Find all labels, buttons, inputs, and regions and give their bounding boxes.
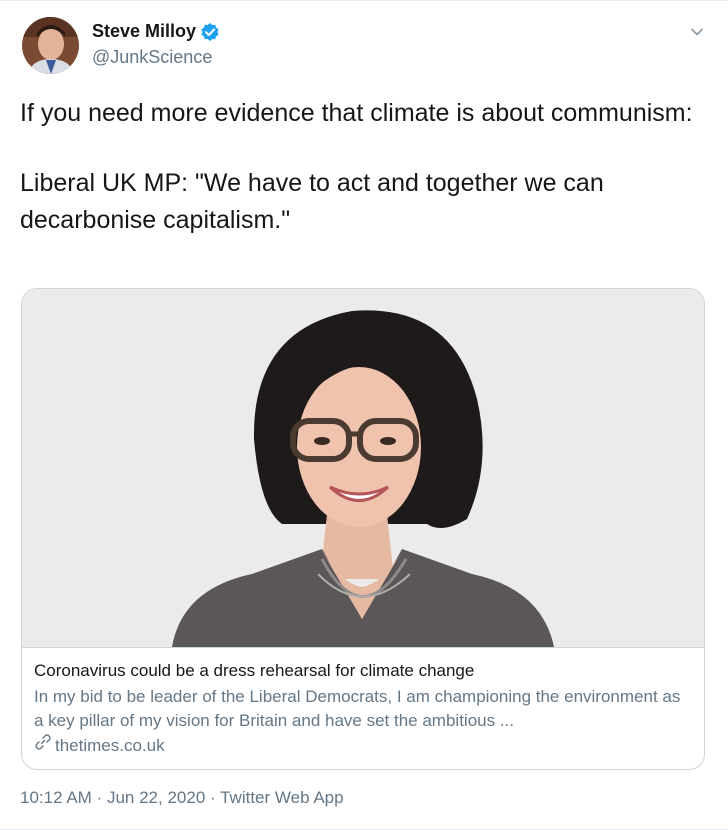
card-image	[22, 289, 704, 648]
card-title[interactable]: Coronavirus could be a dress rehearsal f…	[34, 659, 694, 683]
tweet-paragraph: Liberal UK MP: "We have to act and toget…	[20, 169, 604, 234]
link-icon	[34, 733, 52, 758]
avatar-image	[22, 17, 79, 74]
link-preview-card[interactable]: Coronavirus could be a dress rehearsal f…	[21, 288, 705, 770]
meta-separator: ·	[96, 788, 103, 807]
tweet-date[interactable]: Jun 22, 2020	[107, 788, 205, 807]
card-body: Coronavirus could be a dress rehearsal f…	[34, 659, 694, 758]
author-display-name[interactable]: Steve Milloy	[92, 21, 196, 42]
card-domain: thetimes.co.uk	[34, 733, 694, 758]
card-photo	[22, 289, 704, 647]
tweet-paragraph: If you need more evidence that climate i…	[20, 99, 693, 127]
tweet: Steve Milloy @JunkScience If you need mo…	[0, 0, 728, 830]
meta-separator: ·	[210, 788, 216, 807]
tweet-time[interactable]: 10:12 AM	[20, 788, 92, 807]
author-handle[interactable]: @JunkScience	[92, 47, 212, 68]
tweet-text: If you need more evidence that climate i…	[20, 95, 700, 239]
avatar[interactable]	[22, 17, 79, 74]
tweet-source[interactable]: Twitter Web App	[220, 788, 343, 807]
chevron-down-icon[interactable]	[688, 23, 706, 41]
tweet-metadata: 10:12 AM · Jun 22, 2020 · Twitter Web Ap…	[20, 788, 344, 808]
card-description: In my bid to be leader of the Liberal De…	[34, 687, 681, 730]
verified-badge-icon	[200, 22, 220, 42]
card-domain-text: thetimes.co.uk	[55, 735, 165, 755]
author-name-row: Steve Milloy	[92, 21, 220, 42]
